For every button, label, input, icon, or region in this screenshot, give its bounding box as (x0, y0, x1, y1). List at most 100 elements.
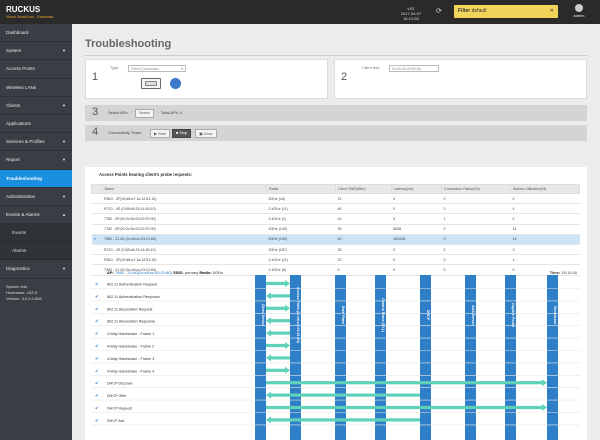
sidebar-item-events-alarms[interactable]: Events & Alarms ▲ (0, 206, 72, 225)
sidebar-subitem-events[interactable]: Events (0, 224, 72, 243)
column-header[interactable]: Latency(ms) (390, 184, 443, 194)
close-icon[interactable]: ✕ (550, 8, 554, 14)
sidebar-item-label: Applications (6, 120, 31, 126)
table-row[interactable]: 7782 - 9F(00:2c:5d:93:22:97:00) 2.4GHz (1… (91, 213, 580, 225)
globe-icon[interactable] (170, 78, 181, 89)
sidebar-item-dashboard[interactable]: Dashboard (0, 24, 72, 43)
play-icon: ▶ (154, 132, 157, 136)
table-row[interactable]: ✔ 7982 - 21-60 (2c:e6:cc:03:21:60) 5GHz (1… (91, 234, 580, 245)
sidebar-item-wireless-lans[interactable]: Wireless LANs (0, 79, 72, 97)
event-label: 802.11 Association Request (107, 307, 152, 311)
event-label: DHCP Ack (107, 419, 125, 423)
step3-bar: 3 Select APs: Select Total APs: 4 (85, 105, 587, 121)
table-cell: R710 - 4S (0:58:b6:33:14:45:10) (102, 244, 267, 256)
chevron-down-icon: ▼ (62, 139, 66, 145)
start-button[interactable]: ▶ Start (150, 128, 171, 138)
table-cell: 0 (391, 203, 442, 215)
event-label: 802.11 Authentication Response (107, 295, 160, 299)
row-check (91, 254, 103, 266)
arrow-head (266, 354, 271, 362)
table-row[interactable]: R510 - 3F(10:d8:a7:1a:12:51:10) 2.4GHz (1… (91, 254, 580, 266)
stop-button[interactable]: ■ Stop (172, 128, 192, 138)
column-header[interactable] (91, 184, 103, 194)
column-header[interactable]: Client SNR(dBm) (334, 184, 392, 194)
sidebar-item-services-profiles[interactable]: Services & Profiles ▼ (0, 133, 72, 152)
arrow-shaft (271, 294, 290, 298)
type-select[interactable]: Client Connection ▾ (128, 65, 186, 72)
row-check (91, 213, 103, 225)
check-icon: ✔ (95, 295, 99, 300)
arrow-shaft (271, 319, 290, 323)
chevron-down-icon: ▼ (62, 102, 66, 108)
chevron-down-icon: ▼ (62, 193, 66, 199)
sidebar-item-label: Dashboard (6, 30, 29, 35)
arrow-shaft (266, 368, 285, 372)
row-check (91, 264, 103, 276)
probe-heading: Access Points hearing client's probe req… (99, 172, 193, 177)
lane-label: DHCP (426, 310, 430, 321)
sidebar-item-system[interactable]: System ▼ (0, 42, 72, 61)
table-cell: 162048 (391, 234, 442, 245)
table-row[interactable]: R710 - 4S (0:58:b6:33:14:45:10) 2.4GHz (1… (91, 203, 580, 215)
column-header[interactable]: Airtime Utilization(%) (510, 184, 580, 194)
sidebar-item-report[interactable]: Report ▼ (0, 151, 72, 170)
table-cell: 0 (441, 203, 511, 215)
sidebar-item-diagnostics[interactable]: Diagnostics ▼ (0, 260, 72, 279)
column-header[interactable]: Radio (266, 184, 336, 194)
arrow-head (285, 366, 290, 374)
arrow-head (266, 391, 271, 399)
lane-column: Broadcast (547, 275, 558, 440)
event-label: 4-Way Handshake - Frame 3 (107, 357, 154, 361)
clear-button[interactable]: ▣ Clear (195, 128, 217, 138)
sidebar-item-access-points[interactable]: Access Points (0, 60, 72, 79)
trace-panel: Access Points hearing client's probe req… (85, 167, 587, 440)
system-info: System Info Hostname: vSZ-E Version: 3.5… (6, 284, 42, 302)
sidebar-item-label: Events & Alarms (6, 211, 40, 217)
lane-column: Client Device (255, 275, 266, 440)
lane-column: Control Plane (10.1) (375, 275, 386, 440)
sidebar: Dashboard System ▼ Access Points Wireless LA… (0, 24, 72, 440)
lane-column: Access Point (2c:e6:cc:03:21:60) (290, 275, 301, 440)
arrow-shaft (266, 405, 542, 410)
arrow-head (266, 292, 271, 300)
arrow-head (266, 329, 271, 337)
table-cell: 2.4GHz (11) (266, 203, 336, 215)
nav-list: Dashboard System ▼ Access Points Wireless LA… (0, 24, 72, 279)
select-aps-button[interactable]: Select (135, 108, 154, 118)
sidebar-item-troubleshooting[interactable]: Troubleshooting (0, 169, 72, 188)
chevron-down-icon: ▾ (181, 67, 183, 71)
table-cell: 24 (335, 213, 392, 225)
client-device-icon[interactable] (141, 78, 161, 89)
user-menu[interactable]: admin (564, 4, 594, 18)
client-test-label: Client test: (362, 66, 380, 70)
lane-label: AAA Server (471, 305, 475, 325)
top-bar: RUCKUS Virtual SmartZone - Essentials vS… (0, 0, 600, 24)
event-label: 4-Way Handshake - Frame 4 (107, 369, 154, 373)
sidebar-item-applications[interactable]: Applications (0, 115, 72, 134)
column-header[interactable]: Name (101, 184, 268, 194)
table-cell: 22 (335, 254, 392, 266)
sidebar-subitem-alarms[interactable]: Alarms (0, 242, 72, 261)
ruckus-logo: RUCKUS Virtual SmartZone - Essentials (6, 5, 53, 19)
start-label: Start (157, 132, 167, 136)
sidebar-item-administration[interactable]: Administration ▼ (0, 188, 72, 206)
sidebar-item-clients[interactable]: Clients ▼ (0, 97, 72, 115)
step4-number: 4 (92, 126, 99, 138)
table-row[interactable]: 7782 - 9F(00:2c:5d:93:22:97:00) 5GHz (149… (91, 224, 580, 235)
table-row[interactable]: R510 - 3F(10:d8:a7:1a:12:51:10) 5GHz (44)… (91, 193, 580, 205)
lane-label: Access Point (2c:e6:cc:03:21:60) (296, 287, 300, 344)
stop-label: Stop (179, 131, 188, 135)
row-check (91, 193, 103, 205)
sidebar-item-label: Wireless LANs (6, 84, 37, 90)
sidebar-item-label: Troubleshooting (6, 175, 42, 181)
table-cell: 0 (391, 193, 442, 205)
filter-box[interactable]: Filter default ✕ (454, 5, 558, 18)
refresh-icon[interactable]: ⟳ (436, 7, 442, 15)
arrow-head (542, 379, 547, 387)
table-row[interactable]: R710 - 4S (0:58:b6:33:14:45:10) 5GHz (157… (91, 244, 580, 256)
column-header[interactable]: Connection Failure(%) (441, 184, 511, 194)
clear-icon: ▣ (199, 132, 203, 136)
chevron-up-icon: ▲ (62, 211, 66, 217)
title-divider (85, 55, 587, 56)
client-test-input[interactable]: 04-06-05 20:59:06 (389, 65, 439, 72)
